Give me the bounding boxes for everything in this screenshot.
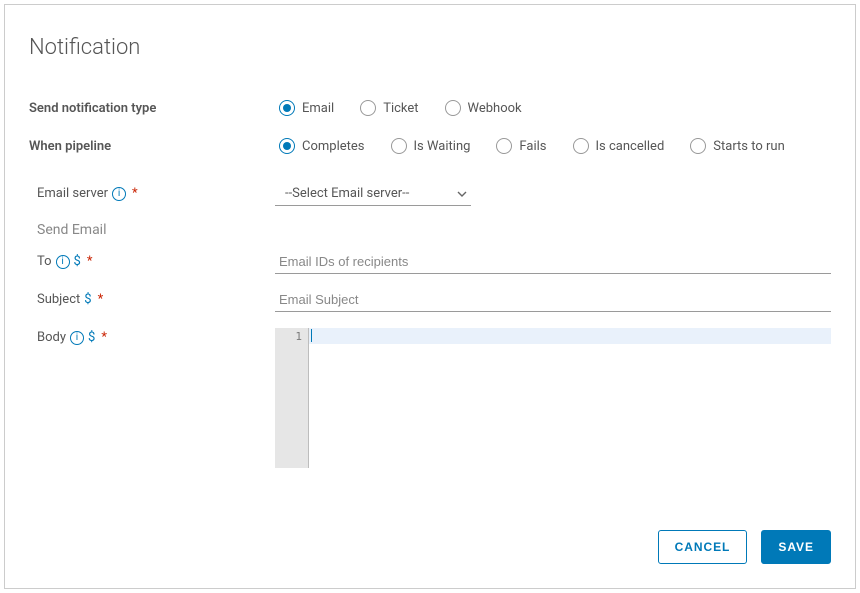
radio-label: Webhook	[468, 101, 522, 116]
body-editor[interactable]: 1	[275, 328, 831, 468]
radio-ticket[interactable]: Ticket	[360, 100, 418, 116]
dollar-icon[interactable]: $	[74, 254, 81, 269]
dollar-icon[interactable]: $	[84, 292, 91, 307]
radio-cancelled[interactable]: Is cancelled	[573, 138, 665, 154]
subject-input[interactable]	[275, 290, 831, 312]
label-email-server: Email server i *	[37, 184, 275, 201]
info-icon[interactable]: i	[70, 331, 84, 345]
radio-indicator	[391, 138, 407, 154]
to-input[interactable]	[275, 252, 831, 274]
line-number: 1	[275, 330, 302, 343]
row-notification-type: Send notification type Email Ticket Webh…	[29, 100, 831, 116]
radio-webhook[interactable]: Webhook	[445, 100, 522, 116]
cancel-button[interactable]: CANCEL	[658, 530, 748, 564]
row-subject: Subject $ *	[37, 290, 831, 312]
chevron-down-icon	[457, 189, 467, 199]
required-marker: *	[101, 330, 107, 345]
radio-label: Completes	[302, 139, 365, 154]
radio-email[interactable]: Email	[279, 100, 334, 116]
radio-indicator	[690, 138, 706, 154]
radio-fails[interactable]: Fails	[496, 138, 546, 154]
email-section: Email server i * --Select Email server--…	[29, 184, 831, 468]
radio-group-type: Email Ticket Webhook	[279, 100, 831, 116]
required-marker: *	[87, 254, 93, 269]
radio-label: Starts to run	[713, 139, 784, 154]
info-icon[interactable]: i	[112, 187, 126, 201]
text-cursor	[311, 329, 312, 342]
row-body: Body i $ * 1	[37, 328, 831, 468]
select-placeholder: --Select Email server--	[285, 186, 409, 201]
info-icon[interactable]: i	[56, 255, 70, 269]
radio-label: Is cancelled	[596, 139, 665, 154]
radio-indicator	[279, 100, 295, 116]
radio-starts[interactable]: Starts to run	[690, 138, 784, 154]
radio-label: Fails	[519, 139, 546, 154]
row-when-pipeline: When pipeline Completes Is Waiting Fails…	[29, 138, 831, 154]
radio-indicator	[279, 138, 295, 154]
label-text: Subject	[37, 292, 80, 307]
label-body: Body i $ *	[37, 328, 275, 345]
label-notification-type: Send notification type	[29, 101, 279, 116]
required-marker: *	[98, 292, 104, 307]
editor-gutter: 1	[275, 328, 309, 468]
radio-completes[interactable]: Completes	[279, 138, 365, 154]
label-when-pipeline: When pipeline	[29, 139, 279, 154]
row-to: To i $ *	[37, 252, 831, 274]
radio-waiting[interactable]: Is Waiting	[391, 138, 471, 154]
label-text: To	[37, 254, 52, 269]
dialog-footer: CANCEL SAVE	[658, 530, 831, 564]
label-subject: Subject $ *	[37, 290, 275, 307]
dollar-icon[interactable]: $	[88, 330, 95, 345]
required-marker: *	[132, 186, 138, 201]
radio-indicator	[445, 100, 461, 116]
label-text: Email server	[37, 186, 108, 201]
section-send-email: Send Email	[37, 222, 831, 238]
label-to: To i $ *	[37, 252, 275, 269]
save-button[interactable]: SAVE	[761, 530, 831, 564]
active-line-highlight	[309, 328, 831, 344]
radio-group-when: Completes Is Waiting Fails Is cancelled …	[279, 138, 831, 154]
email-server-select[interactable]: --Select Email server--	[275, 184, 471, 206]
label-text: Body	[37, 330, 66, 345]
editor-textarea[interactable]	[309, 328, 831, 468]
notification-dialog: Notification Send notification type Emai…	[4, 4, 856, 589]
radio-label: Ticket	[383, 101, 418, 116]
radio-label: Is Waiting	[414, 139, 471, 154]
radio-indicator	[360, 100, 376, 116]
dialog-title: Notification	[29, 35, 831, 60]
radio-label: Email	[302, 101, 334, 116]
radio-indicator	[573, 138, 589, 154]
row-email-server: Email server i * --Select Email server--	[37, 184, 831, 206]
radio-indicator	[496, 138, 512, 154]
